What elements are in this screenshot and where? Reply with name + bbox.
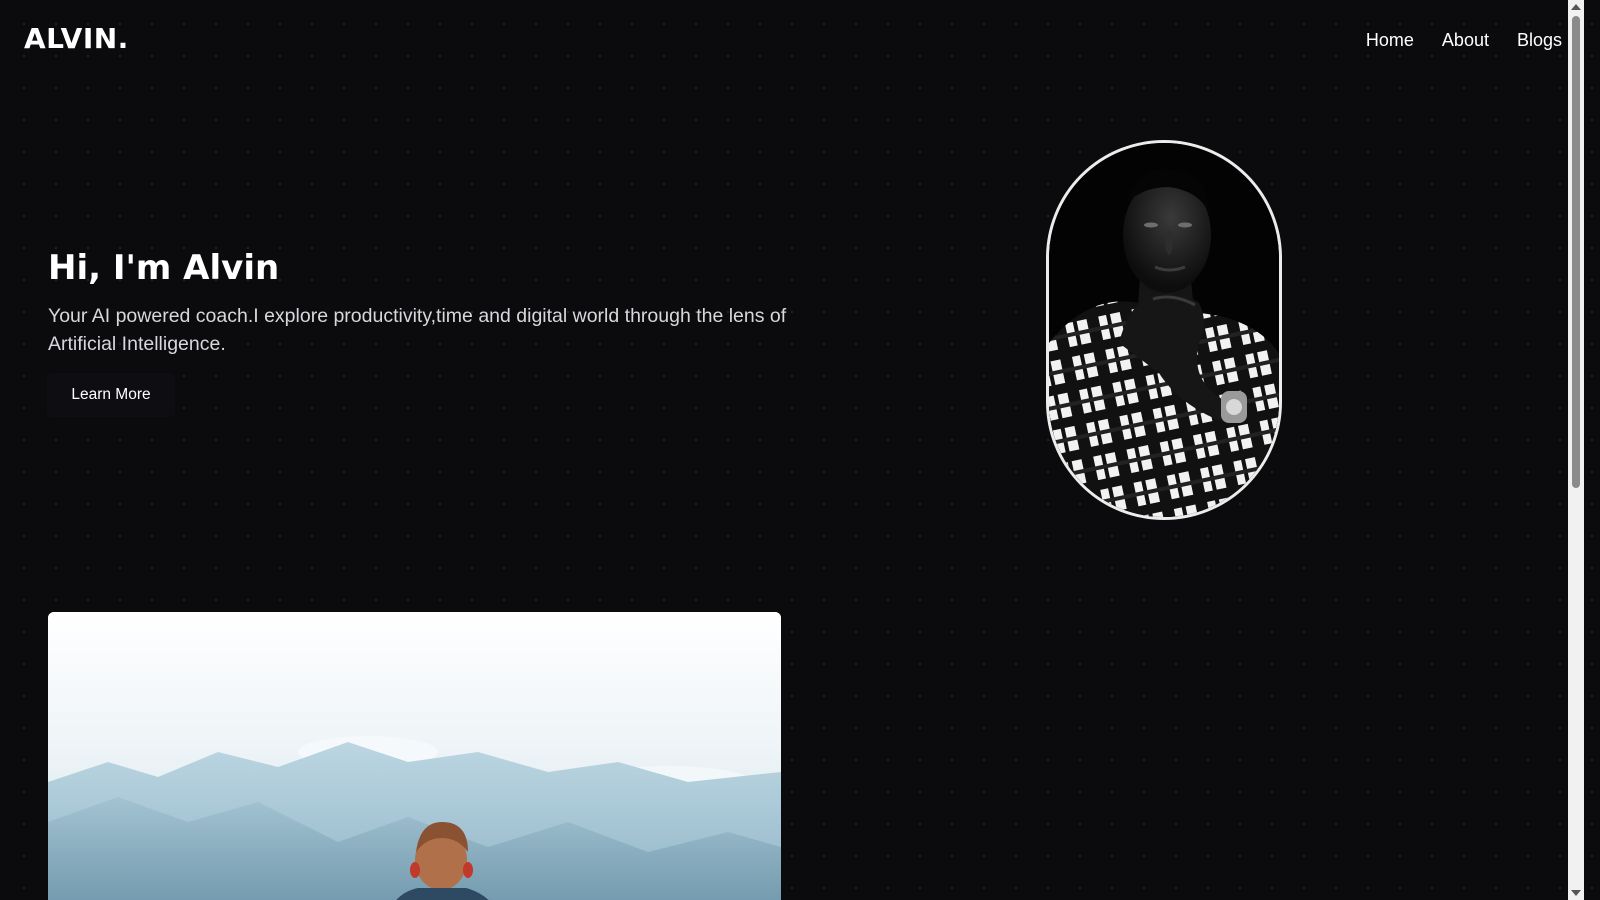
main-nav: Home About Blogs [1366, 30, 1562, 51]
nav-link-about[interactable]: About [1442, 30, 1489, 51]
portrait-photo-icon [1049, 143, 1279, 517]
portrait-photo [1046, 140, 1282, 520]
mountain-landscape-icon [48, 612, 781, 900]
nav-link-blogs[interactable]: Blogs [1517, 30, 1562, 51]
page: ALVIN. Home About Blogs Hi, I'm Alvin Yo… [0, 0, 1584, 900]
feature-image-card [48, 612, 781, 900]
page-scrollbar[interactable] [1568, 0, 1584, 900]
nav-link-home[interactable]: Home [1366, 30, 1414, 51]
scrollbar-thumb[interactable] [1572, 16, 1580, 488]
scroll-down-icon[interactable] [1571, 890, 1581, 896]
site-logo[interactable]: ALVIN. [24, 22, 129, 55]
learn-more-button[interactable]: Learn More [48, 374, 174, 416]
scroll-up-icon[interactable] [1571, 4, 1581, 10]
hero-description: Your AI powered coach.I explore producti… [48, 305, 787, 355]
hero-title: Hi, I'm Alvin [48, 248, 280, 288]
